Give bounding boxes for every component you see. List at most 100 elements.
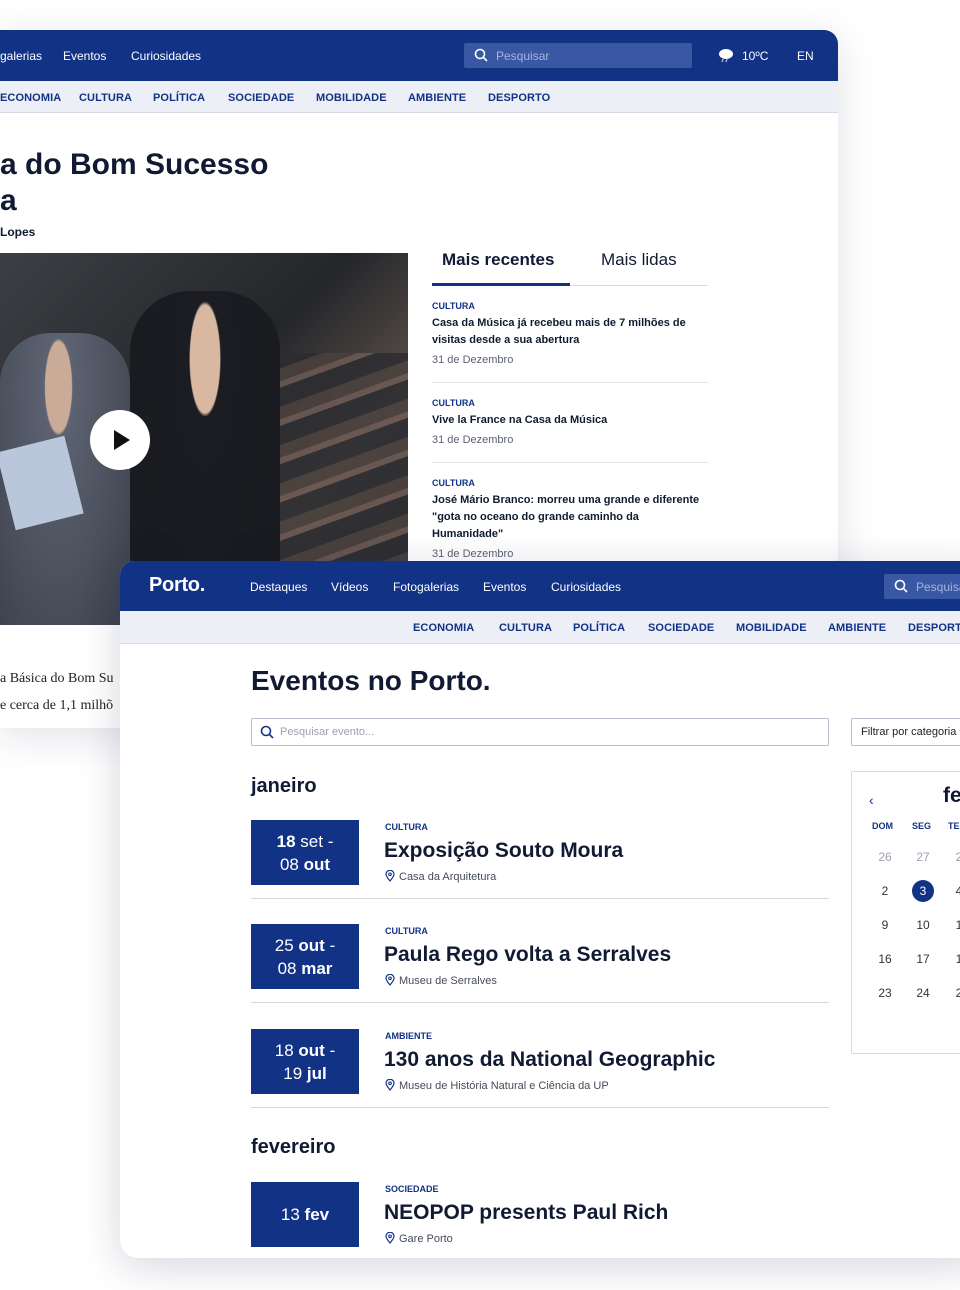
active-tab-indicator	[432, 283, 570, 286]
cat-ambiente[interactable]: AMBIENTE	[828, 622, 886, 634]
calendar-month: fe	[943, 784, 960, 807]
cat-mobilidade[interactable]: MOBILIDADE	[316, 92, 387, 104]
category-bar: ECONOMIA CULTURA POLÍTICA SOCIEDADE MOBI…	[120, 611, 960, 644]
event-item[interactable]: 18 out - 19 jul AMBIENTE 130 anos da Nat…	[251, 1029, 829, 1108]
recent-article[interactable]: CULTURA Vive la France na Casa da Música…	[432, 398, 708, 463]
calendar-weekday: DOM	[872, 821, 893, 831]
event-end-day: 08	[279, 854, 299, 874]
event-end-month: out	[303, 854, 331, 874]
language-toggle[interactable]: EN	[797, 49, 814, 63]
calendar-day[interactable]: 24	[912, 982, 934, 1004]
event-start-month: out	[298, 935, 325, 955]
category-filter-label: Filtrar por categoria	[861, 726, 957, 738]
event-title[interactable]: Paula Rego volta a Serralves	[384, 943, 671, 967]
cat-sociedade[interactable]: SOCIEDADE	[648, 622, 714, 634]
event-location-text: Casa da Arquitetura	[399, 871, 497, 883]
calendar-day[interactable]: 23	[874, 982, 896, 1004]
recent-article-category: CULTURA	[432, 301, 475, 311]
top-nav: Porto. Destaques Vídeos Fotogalerias Eve…	[120, 561, 960, 611]
cat-mobilidade[interactable]: MOBILIDADE	[736, 622, 807, 634]
calendar-day-selected[interactable]: 3	[912, 880, 934, 902]
porto-logo[interactable]: Porto.	[149, 574, 205, 597]
month-heading: janeiro	[251, 775, 317, 797]
event-title[interactable]: NEOPOP presents Paul Rich	[384, 1201, 668, 1225]
cat-cultura[interactable]: CULTURA	[499, 622, 552, 634]
event-location: Museu de Serralves	[385, 973, 497, 987]
article-author: Lopes	[0, 225, 36, 239]
chevron-left-icon[interactable]: ‹	[869, 792, 874, 808]
calendar-day[interactable]: 4	[948, 880, 960, 902]
event-start-day: 18	[274, 1040, 294, 1060]
calendar-day[interactable]: 2	[874, 880, 896, 902]
tab-mais-recentes[interactable]: Mais recentes	[442, 250, 554, 270]
play-icon[interactable]	[90, 410, 150, 470]
calendar-day[interactable]: 2	[948, 982, 960, 1004]
event-date-badge: 18 set - 08 out	[251, 820, 359, 885]
recent-article-title[interactable]: José Mário Branco: morreu uma grande e d…	[432, 492, 708, 543]
nav-curiosidades[interactable]: Curiosidades	[551, 580, 621, 594]
event-location: Gare Porto	[385, 1231, 453, 1245]
event-item[interactable]: 13 fev SOCIEDADE NEOPOP presents Paul Ri…	[251, 1182, 829, 1252]
event-start-day: 18	[276, 831, 296, 851]
cat-politica[interactable]: POLÍTICA	[573, 622, 625, 634]
nav-eventos[interactable]: Eventos	[63, 49, 106, 63]
search-icon	[260, 725, 274, 739]
calendar-day[interactable]: 26	[874, 846, 896, 868]
event-search-input[interactable]: Pesquisar evento...	[251, 718, 829, 746]
calendar-weekday: TE	[948, 821, 960, 831]
nav-eventos[interactable]: Eventos	[483, 580, 526, 594]
search-icon	[894, 579, 908, 593]
location-pin-icon	[385, 869, 395, 882]
month-heading: fevereiro	[251, 1136, 336, 1158]
event-date-badge: 13 fev	[251, 1182, 359, 1247]
calendar-day[interactable]: 2	[948, 846, 960, 868]
cat-desporto[interactable]: DESPORTO	[488, 92, 550, 104]
calendar-weekday: SEG	[912, 821, 932, 831]
event-category: CULTURA	[385, 926, 428, 936]
cat-economia[interactable]: ECONOMIA	[0, 92, 61, 104]
event-category: SOCIEDADE	[385, 1184, 439, 1194]
nav-fotogalerias[interactable]: Fotogalerias	[393, 580, 459, 594]
top-nav: galerias Eventos Curiosidades Pesquisar …	[0, 30, 838, 81]
event-title[interactable]: Exposição Souto Moura	[384, 839, 623, 863]
search-placeholder: Pesquisa	[916, 580, 960, 594]
cat-economia[interactable]: ECONOMIA	[413, 622, 474, 634]
tab-mais-lidas[interactable]: Mais lidas	[601, 250, 677, 270]
event-item[interactable]: 18 set - 08 out CULTURA Exposição Souto …	[251, 820, 829, 899]
calendar-day[interactable]: 16	[874, 948, 896, 970]
calendar-day[interactable]: 1	[948, 914, 960, 936]
cat-politica[interactable]: POLÍTICA	[153, 92, 205, 104]
cat-cultura[interactable]: CULTURA	[79, 92, 132, 104]
event-category: CULTURA	[385, 822, 428, 832]
nav-videos[interactable]: Vídeos	[331, 580, 368, 594]
event-location: Casa da Arquitetura	[385, 869, 497, 883]
recent-article[interactable]: CULTURA Casa da Música já recebeu mais d…	[432, 301, 708, 383]
event-location-text: Museu de História Natural e Ciência da U…	[399, 1080, 609, 1092]
nav-destaques[interactable]: Destaques	[250, 580, 307, 594]
calendar-day[interactable]: 9	[874, 914, 896, 936]
search-icon	[474, 48, 488, 62]
page-title: Eventos no Porto.	[251, 665, 491, 696]
nav-curiosidades[interactable]: Curiosidades	[131, 49, 201, 63]
search-input[interactable]: Pesquisar	[464, 43, 692, 68]
calendar-day[interactable]: 17	[912, 948, 934, 970]
calendar-day[interactable]: 10	[912, 914, 934, 936]
calendar-day[interactable]: 1	[948, 948, 960, 970]
search-input[interactable]: Pesquisa	[884, 574, 960, 599]
event-start-month: set	[300, 831, 323, 851]
recent-article-date: 31 de Dezembro	[432, 434, 514, 446]
event-end-day: 08	[277, 958, 297, 978]
cat-sociedade[interactable]: SOCIEDADE	[228, 92, 294, 104]
event-end-day: 19	[283, 1063, 303, 1083]
event-date-badge: 18 out - 19 jul	[251, 1029, 359, 1094]
calendar-day[interactable]: 27	[912, 846, 934, 868]
event-calendar: ‹ fe DOM SEG TE 26 27 2 2 3 4 9 10 1 16 …	[851, 771, 960, 1054]
recent-article-title[interactable]: Casa da Música já recebeu mais de 7 milh…	[432, 315, 708, 349]
nav-galerias[interactable]: galerias	[0, 49, 42, 63]
recent-article-title[interactable]: Vive la France na Casa da Música	[432, 412, 708, 429]
event-item[interactable]: 25 out - 08 mar CULTURA Paula Rego volta…	[251, 924, 829, 1003]
category-filter-select[interactable]: Filtrar por categoria	[851, 718, 960, 746]
cat-desporto[interactable]: DESPORTO	[908, 622, 960, 634]
cat-ambiente[interactable]: AMBIENTE	[408, 92, 466, 104]
event-title[interactable]: 130 anos da National Geographic	[384, 1048, 715, 1072]
